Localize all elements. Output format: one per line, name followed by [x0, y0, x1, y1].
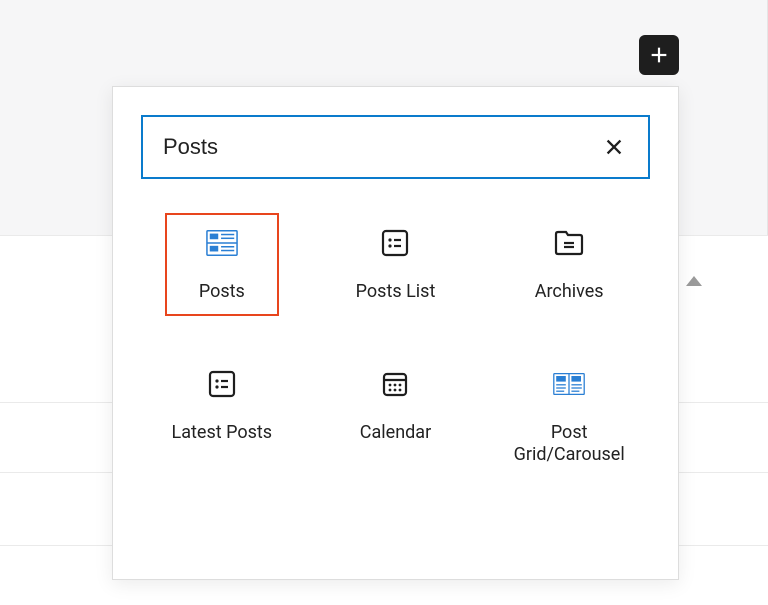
block-label: Calendar [360, 422, 431, 445]
latest-posts-icon [206, 368, 238, 400]
search-input[interactable] [163, 134, 600, 160]
post-grid-carousel-icon [553, 368, 585, 400]
scroll-up-icon[interactable] [686, 276, 702, 286]
archives-icon [553, 227, 585, 259]
block-option-calendar[interactable]: Calendar [315, 354, 477, 479]
block-results-grid: Posts Posts List [113, 193, 678, 479]
block-label: Posts [199, 281, 245, 304]
block-option-posts-list[interactable]: Posts List [315, 213, 477, 316]
block-option-archives[interactable]: Archives [488, 213, 650, 316]
block-option-post-grid-carousel[interactable]: Post Grid/Carousel [488, 354, 650, 479]
block-option-posts[interactable]: Posts [165, 213, 279, 316]
block-label: Post Grid/Carousel [514, 422, 625, 467]
block-label: Latest Posts [172, 422, 273, 445]
block-inserter-panel: Posts Posts List [112, 86, 679, 580]
search-box [141, 115, 650, 179]
block-option-latest-posts[interactable]: Latest Posts [141, 354, 303, 479]
plus-icon [648, 44, 670, 66]
block-label: Posts List [356, 281, 436, 304]
block-label: Archives [535, 281, 604, 304]
close-icon [603, 136, 625, 158]
search-container [113, 87, 678, 193]
clear-search-button[interactable] [600, 133, 628, 161]
posts-icon [206, 227, 238, 259]
calendar-icon [379, 368, 411, 400]
add-block-button[interactable] [639, 35, 679, 75]
posts-list-icon [379, 227, 411, 259]
